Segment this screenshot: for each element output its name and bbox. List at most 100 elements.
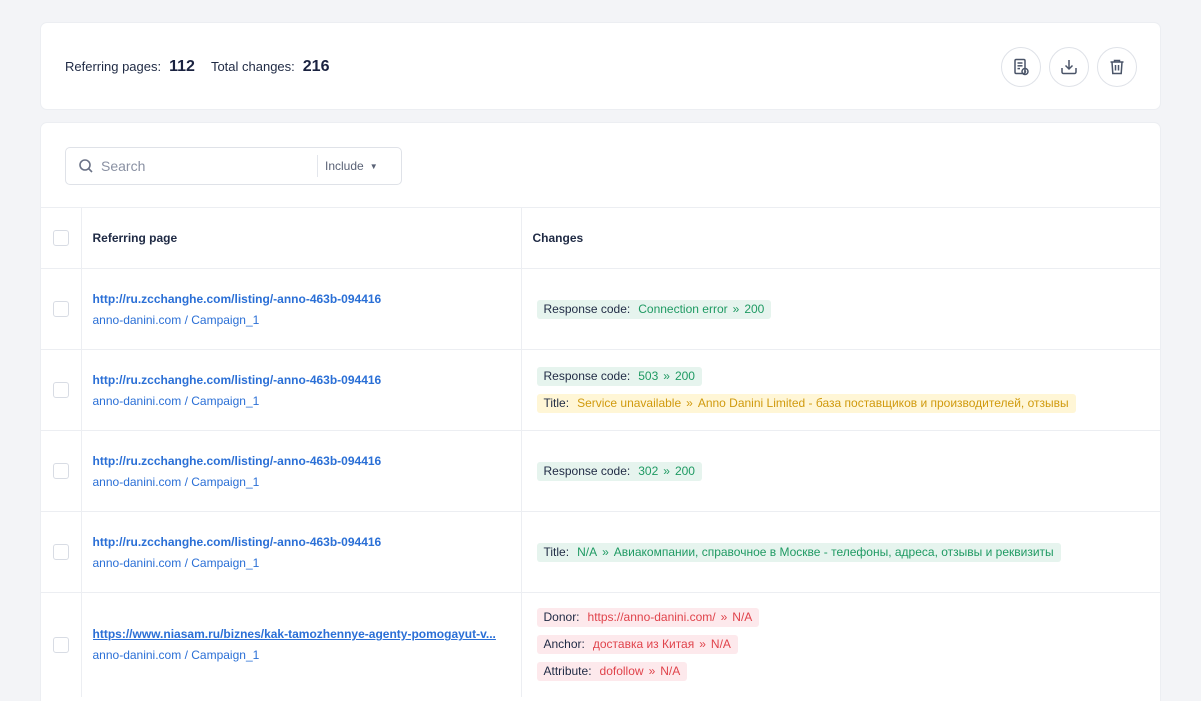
change-label: Donor:: [543, 610, 580, 625]
referring-pages-count: 112: [169, 58, 195, 75]
domain-link[interactable]: anno-danini.com: [93, 475, 182, 489]
change-tag: Attribute: dofollow » N/A: [536, 662, 688, 682]
change-from: доставка из Китая: [592, 637, 695, 652]
table-row: http://ru.zcchanghe.com/listing/-anno-46…: [41, 349, 1161, 431]
referring-page-link[interactable]: http://ru.zcchanghe.com/listing/-anno-46…: [93, 535, 513, 549]
table-row: http://ru.zcchanghe.com/listing/-anno-46…: [41, 268, 1160, 350]
project-breadcrumb: anno-danini.com / Campaign_1: [92, 648, 260, 663]
search-divider: [317, 155, 318, 177]
campaign-link[interactable]: Campaign_1: [191, 394, 259, 408]
double-chevron-right-icon: »: [732, 301, 740, 316]
change-tag: Donor: https://anno-danini.com/ » N/A: [536, 608, 760, 628]
change-tag: Response code: 503 » 200: [536, 367, 702, 386]
row-checkbox[interactable]: [53, 301, 69, 317]
toolbar-actions: [1001, 47, 1137, 87]
change-tag: Response code: 302 » 200: [536, 461, 702, 481]
row-checkbox[interactable]: [53, 544, 69, 560]
domain-link[interactable]: anno-danini.com: [93, 313, 182, 327]
changes-cell: Title: N/A » Авиакомпании, справочное в Мос…: [521, 511, 1161, 593]
change-label: Response code:: [543, 369, 631, 383]
table-row: http://ru.zcchanghe.com/listing/-anno-46…: [41, 511, 1161, 593]
referring-pages-label: Referring pages:: [65, 59, 162, 74]
change-to: 200: [744, 301, 765, 316]
search-box: Include ▼: [65, 147, 402, 185]
change-to: N/A: [732, 610, 753, 625]
project-breadcrumb: anno-danini.com / Campaign_1: [92, 555, 260, 570]
include-filter-dropdown[interactable]: Include ▼: [325, 159, 378, 173]
referring-page-link[interactable]: http://ru.zcchanghe.com/listing/-anno-46…: [93, 454, 513, 468]
row-select-cell: [41, 268, 82, 350]
search-input[interactable]: [101, 158, 317, 174]
changes-cell: Response code: 503 » 200 Title: Service unava…: [521, 349, 1161, 431]
change-label: Title:: [543, 544, 570, 559]
double-chevron-right-icon: »: [720, 610, 728, 625]
row-select-cell: [41, 430, 82, 512]
domain-link[interactable]: anno-danini.com: [93, 648, 182, 662]
change-from: Connection error: [638, 301, 728, 316]
referring-page-cell: http://ru.zcchanghe.com/listing/-anno-46…: [81, 430, 522, 512]
change-list: Title: N/A » Авиакомпании, справочное в Мос…: [536, 542, 1161, 562]
domain-link[interactable]: anno-danini.com: [93, 394, 182, 408]
change-tag: Title: Service unavailable » Anno Danini Li…: [536, 394, 1076, 413]
referring-pages-table: Referring page Changes http://ru.zcchang…: [41, 207, 1160, 697]
project-breadcrumb: anno-danini.com / Campaign_1: [92, 474, 260, 489]
change-list: Donor: https://anno-danini.com/» N/A Anchor…: [536, 608, 1161, 682]
column-header-referring-page[interactable]: Referring page: [81, 207, 522, 269]
domain-link[interactable]: anno-danini.com: [93, 556, 182, 570]
row-select-cell: [41, 511, 82, 593]
change-list: Response code: 302 » 200: [536, 461, 1161, 481]
change-label: Attribute:: [543, 664, 592, 679]
change-from: 302: [638, 463, 659, 478]
campaign-link[interactable]: Campaign_1: [191, 556, 259, 570]
changes-cell: Donor: https://anno-danini.com/» N/A Anchor…: [521, 592, 1161, 697]
referring-page-link[interactable]: https://www.niasam.ru/biznes/kak-tamozhe…: [93, 627, 513, 641]
change-list: Response code: 503 » 200 Title: Service unava…: [536, 367, 1161, 413]
change-label: Response code:: [543, 301, 631, 316]
campaign-link[interactable]: Campaign_1: [191, 475, 259, 489]
double-chevron-right-icon: »: [663, 463, 670, 478]
change-label: Title:: [543, 396, 570, 410]
campaign-link[interactable]: Campaign_1: [191, 313, 259, 327]
column-header-changes[interactable]: Changes: [521, 207, 1160, 269]
referring-page-link[interactable]: http://ru.zcchanghe.com/listing/-anno-46…: [93, 373, 513, 387]
download-icon: [1061, 60, 1077, 75]
change-label: Anchor:: [543, 637, 585, 652]
referring-page-cell: https://www.niasam.ru/biznes/kak-tamozhe…: [81, 592, 522, 697]
double-chevron-right-icon: »: [663, 369, 670, 383]
include-filter-label: Include: [325, 159, 364, 173]
chevron-down-icon: ▼: [369, 161, 378, 171]
project-breadcrumb: anno-danini.com / Campaign_1: [92, 312, 260, 327]
campaign-link[interactable]: Campaign_1: [191, 648, 259, 662]
referring-page-cell: http://ru.zcchanghe.com/listing/-anno-46…: [81, 511, 522, 593]
delete-button[interactable]: [1097, 47, 1137, 87]
change-tag: Response code: Connection error » 200: [536, 299, 772, 319]
row-checkbox[interactable]: [53, 382, 69, 398]
changes-cell: Response code: Connection error » 200: [521, 268, 1160, 350]
changes-cell: Response code: 302 » 200: [521, 430, 1161, 512]
change-label: Response code:: [543, 463, 631, 478]
referring-page-cell: http://ru.zcchanghe.com/listing/-anno-46…: [81, 349, 522, 431]
row-checkbox[interactable]: [53, 463, 69, 479]
double-chevron-right-icon: »: [699, 637, 706, 652]
double-chevron-right-icon: »: [648, 664, 656, 679]
search-icon: [79, 159, 93, 173]
table-row: http://ru.zcchanghe.com/listing/-anno-46…: [41, 430, 1161, 512]
project-breadcrumb: anno-danini.com / Campaign_1: [92, 393, 260, 408]
change-to: Anno Danini Limited - база поставщиков и…: [697, 396, 1069, 410]
change-from: N/A: [577, 544, 598, 559]
summary-stats: Referring pages: 112 Total changes: 216: [65, 58, 345, 76]
table-header-row: Referring page Changes: [41, 207, 1160, 269]
change-tag: Anchor: доставка из Китая » N/A: [536, 635, 738, 655]
table-row: https://www.niasam.ru/biznes/kak-tamozhe…: [41, 592, 1161, 697]
change-to: 200: [674, 369, 695, 383]
row-select-cell: [41, 592, 82, 697]
report-icon: [1014, 58, 1029, 76]
double-chevron-right-icon: »: [602, 544, 609, 559]
download-button[interactable]: [1049, 47, 1089, 87]
double-chevron-right-icon: »: [686, 396, 693, 410]
select-all-checkbox[interactable]: [53, 230, 69, 246]
report-button[interactable]: [1001, 47, 1041, 87]
change-from: 503: [638, 369, 659, 383]
referring-page-link[interactable]: http://ru.zcchanghe.com/listing/-anno-46…: [93, 292, 513, 306]
row-checkbox[interactable]: [53, 636, 69, 653]
